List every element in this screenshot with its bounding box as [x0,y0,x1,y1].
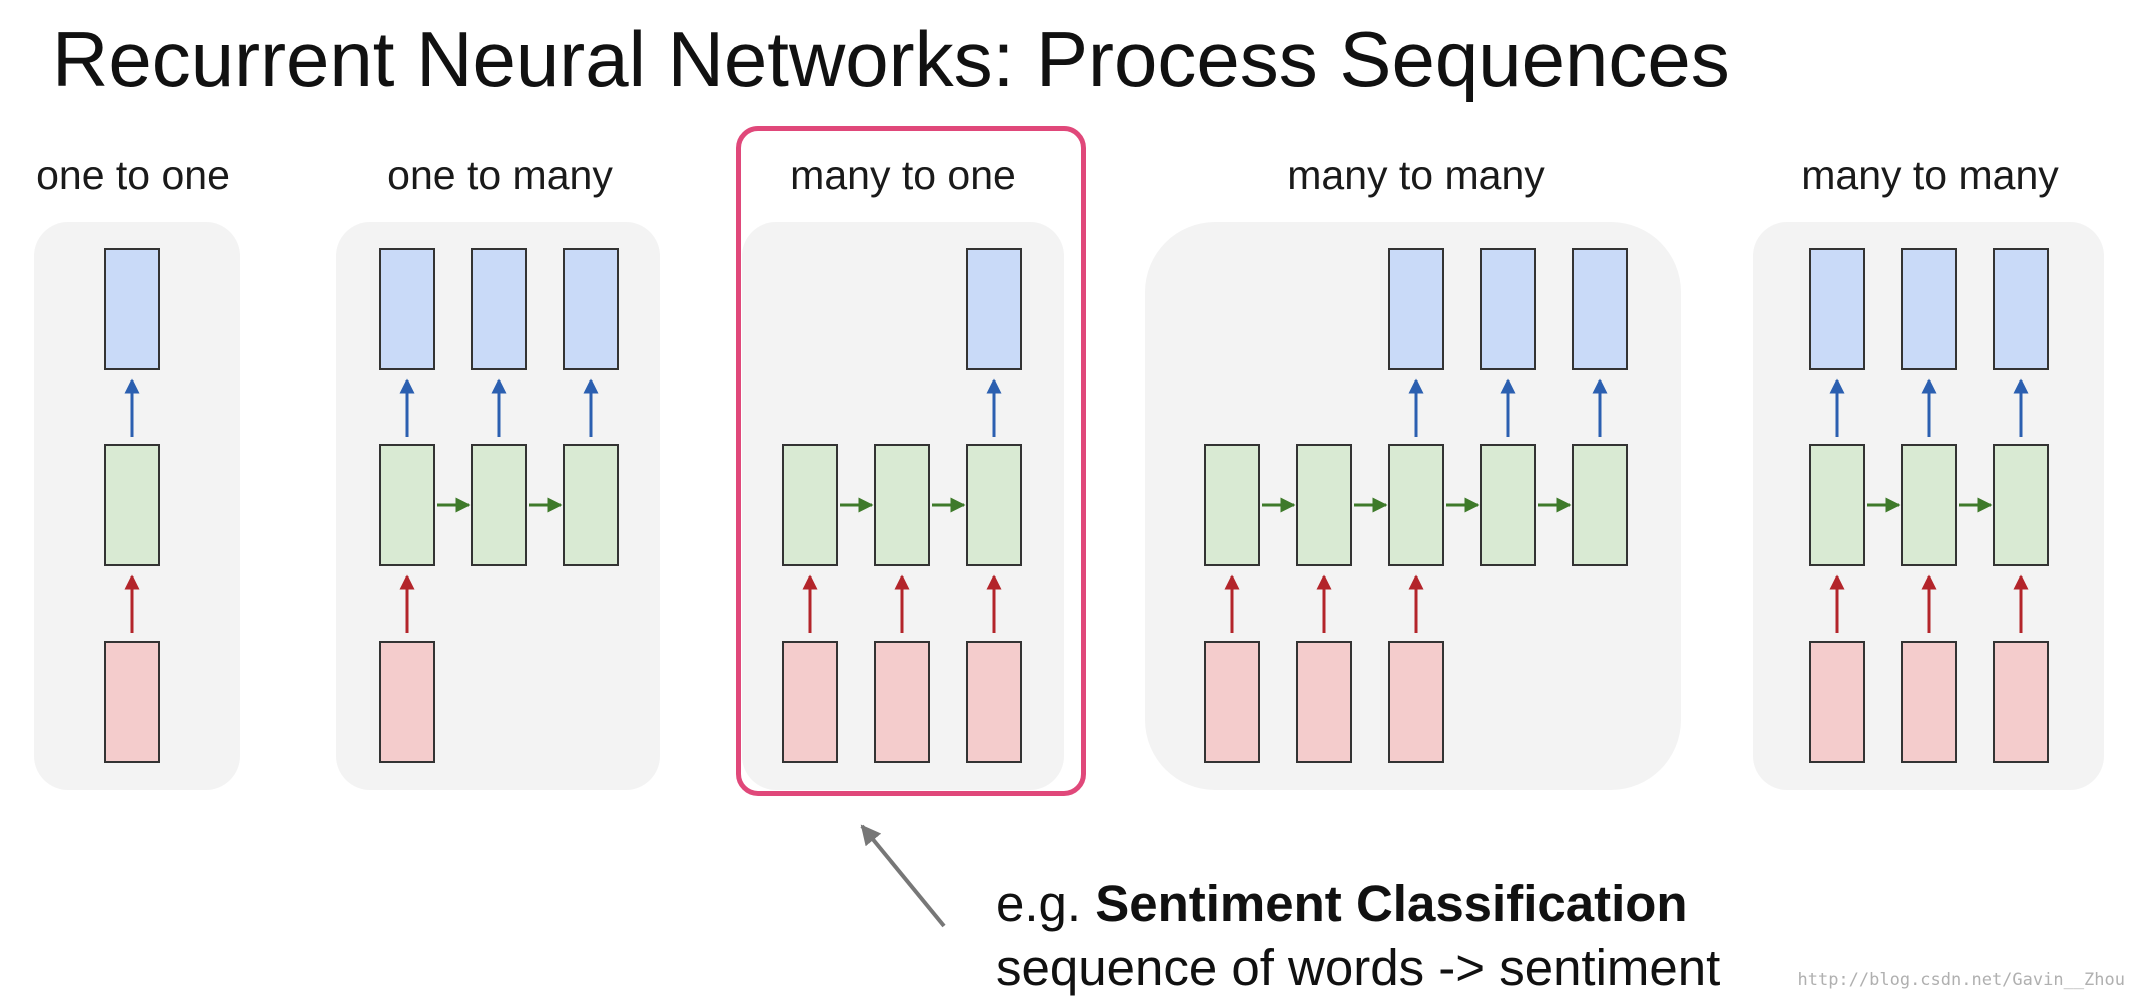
caption: e.g. Sentiment Classification sequence o… [996,872,1720,1000]
caption-line-2: sequence of words -> sentiment [996,939,1721,996]
caption-line-1: e.g. Sentiment Classification [996,872,1720,936]
caption-emphasis: Sentiment Classification [1095,875,1688,932]
arrows-layer [124,378,2029,928]
pointer-arrow [860,824,946,928]
caption-prefix: e.g. [996,875,1096,932]
watermark: http://blog.csdn.net/Gavin__Zhou [1797,970,2125,990]
